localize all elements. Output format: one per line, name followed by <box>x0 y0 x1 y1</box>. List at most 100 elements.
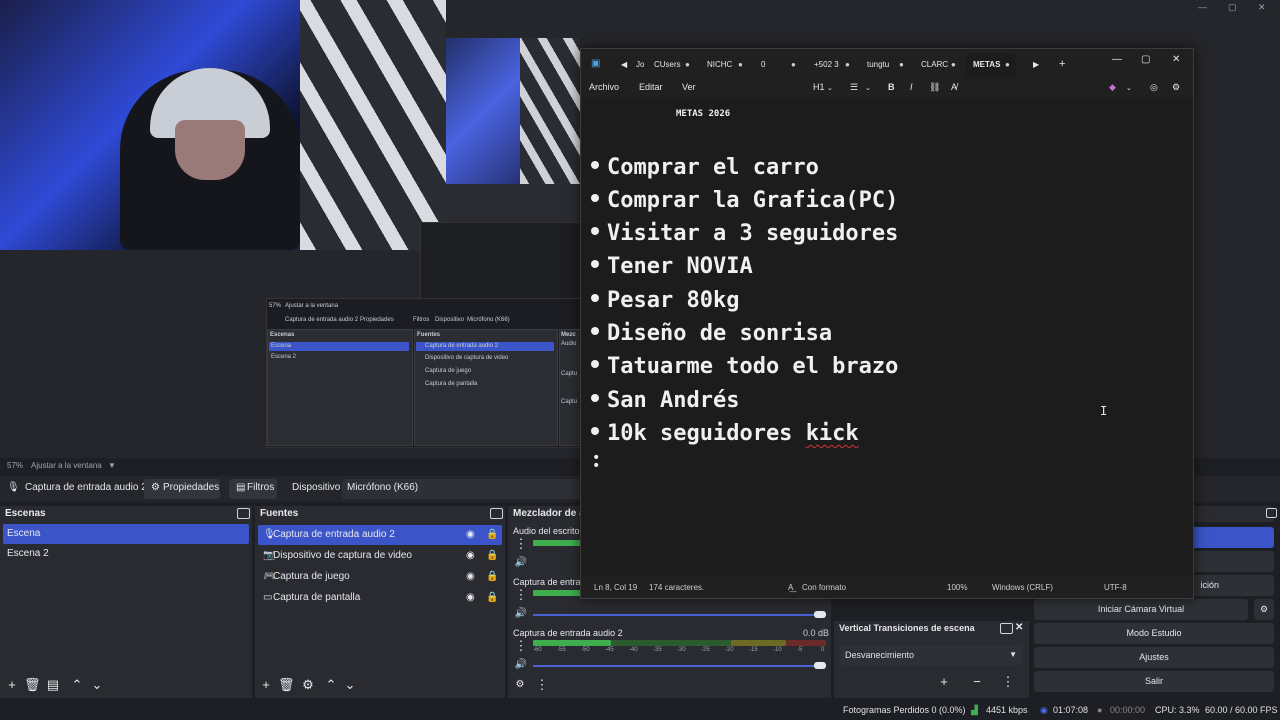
kebab-icon[interactable]: ⋮ <box>535 678 549 692</box>
source-item[interactable]: 📷 Dispositivo de captura de video ◉ 🔒 <box>258 546 502 566</box>
menu-archivo[interactable]: Archivo <box>589 82 619 92</box>
menu-ver[interactable]: Ver <box>682 82 696 92</box>
trash-icon[interactable]: 🗑 <box>278 678 295 692</box>
tab[interactable]: +502 3 <box>814 60 839 69</box>
bold-icon[interactable]: B <box>888 82 895 92</box>
lock-icon[interactable]: 🔒 <box>486 550 498 561</box>
minus-icon[interactable]: − <box>970 675 984 689</box>
gear-icon[interactable]: ⚙ <box>1254 599 1274 620</box>
device-value[interactable]: Micrófono (K66) <box>347 482 418 493</box>
signal-icon: ▟ <box>971 705 978 715</box>
chevron-down-icon[interactable]: ⌄ <box>827 84 833 92</box>
lock-icon[interactable]: 🔒 <box>486 592 498 603</box>
add-icon[interactable]: + <box>259 678 273 692</box>
kebab-icon[interactable]: ⋮ <box>514 537 528 551</box>
tab[interactable]: NICHC <box>707 60 732 69</box>
source-item[interactable]: ▭ Captura de pantalla ◉ 🔒 <box>258 588 502 608</box>
kebab-icon[interactable]: ⋮ <box>514 639 528 653</box>
minimize-icon[interactable]: — <box>1198 2 1207 12</box>
chevron-down-icon[interactable]: ⌄ <box>865 84 871 92</box>
source-item[interactable]: 🎙 Captura de entrada audio 2 ◉ 🔒 <box>258 525 502 545</box>
undock-icon[interactable] <box>1266 508 1277 518</box>
arrow-down-icon[interactable]: ⌄ <box>90 678 104 692</box>
chevron-down-icon[interactable]: ▼ <box>108 461 116 470</box>
volume-icon[interactable]: 🔊 <box>514 556 528 570</box>
eye-icon[interactable]: ◉ <box>466 550 475 561</box>
notepad-editor[interactable]: METAS 2026 Comprar el carro Comprar la G… <box>581 99 1193 577</box>
close-icon[interactable]: ✕ <box>1258 2 1266 13</box>
filters-label[interactable]: Filtros <box>247 482 274 493</box>
device-label: Dispositivo <box>292 482 341 493</box>
bitrate: 4451 kbps <box>986 705 1028 715</box>
tab[interactable]: CLARC <box>921 60 948 69</box>
italic-icon[interactable]: I <box>910 82 913 92</box>
virtual-camera-button[interactable]: Iniciar Cámara Virtual <box>1034 599 1248 620</box>
account-icon[interactable]: ◎ <box>1150 82 1158 93</box>
settings-button[interactable]: Ajustes <box>1034 647 1274 668</box>
minimize-icon[interactable]: — <box>1112 54 1122 65</box>
notepad-menu-bar: Archivo Editar Ver H1 ⌄ ☰ ⌄ B I ⛓ A̸ ◆ ⌄… <box>581 77 1193 99</box>
undock-icon[interactable] <box>490 508 503 519</box>
chevron-down-icon: ▼ <box>1009 650 1017 659</box>
copilot-icon[interactable]: ◆ <box>1109 82 1116 93</box>
zoom-level[interactable]: 100% <box>947 583 967 592</box>
close-icon[interactable]: ✕ <box>1015 622 1023 633</box>
properties-label[interactable]: Propiedades <box>163 482 219 493</box>
filter-icon[interactable]: ▤ <box>46 678 60 692</box>
trash-icon[interactable]: 🗑 <box>24 678 41 692</box>
nested-m3: Captu <box>561 399 578 405</box>
close-icon[interactable]: ✕ <box>1172 54 1180 65</box>
exit-button[interactable]: Salir <box>1034 671 1274 692</box>
add-icon[interactable]: + <box>937 675 951 689</box>
source-item[interactable]: 🎮 Captura de juego ◉ 🔒 <box>258 567 502 587</box>
gear-icon[interactable]: ⚙ <box>513 678 527 692</box>
tab-active-label[interactable]: METAS <box>973 60 1000 69</box>
gear-icon[interactable]: ⚙ <box>1172 82 1180 93</box>
heading-select[interactable]: H1 <box>813 82 825 92</box>
add-tab-icon[interactable]: + <box>1059 58 1065 70</box>
clear-format-icon[interactable]: A̸ <box>951 82 957 92</box>
gear-icon: ⚙ <box>151 482 160 493</box>
kebab-icon[interactable]: ⋮ <box>1001 675 1015 689</box>
fit-window-dropdown[interactable]: Ajustar a la ventana <box>31 461 102 470</box>
transition-select[interactable]: Desvanecimiento ▼ <box>839 645 1023 665</box>
record-icon: ● <box>1097 705 1103 715</box>
list-icon[interactable]: ☰ <box>850 82 858 93</box>
maximize-icon[interactable]: ▢ <box>1228 2 1237 13</box>
tab[interactable]: Jo <box>636 60 644 69</box>
notepad-window: ▣ ◀ Jo CUsers ● NICHC ● 0 ● +502 3 ● tun… <box>580 48 1194 599</box>
volume-icon[interactable]: 🔊 <box>514 658 528 672</box>
add-icon[interactable]: + <box>5 678 19 692</box>
eye-icon[interactable]: ◉ <box>466 592 475 603</box>
tabs-scroll-left[interactable]: ◀ <box>621 60 627 69</box>
studio-mode-button[interactable]: Modo Estudio <box>1034 623 1274 644</box>
arrow-up-icon[interactable]: ⌃ <box>70 678 84 692</box>
arrow-up-icon[interactable]: ⌃ <box>324 678 338 692</box>
eye-icon[interactable]: ◉ <box>466 571 475 582</box>
tab[interactable]: 0 <box>761 60 765 69</box>
volume-icon[interactable]: 🔊 <box>514 607 528 621</box>
tab[interactable]: CUsers <box>654 60 681 69</box>
arrow-down-icon[interactable]: ⌄ <box>343 678 357 692</box>
menu-editar[interactable]: Editar <box>639 82 663 92</box>
scene-item[interactable]: Escena <box>3 524 249 544</box>
tabs-scroll-right[interactable]: ▶ <box>1033 60 1039 69</box>
gear-icon[interactable]: ⚙ <box>301 678 315 692</box>
recursive-obs-panels <box>420 222 582 300</box>
eye-icon[interactable]: ◉ <box>466 529 475 540</box>
encoding[interactable]: UTF-8 <box>1104 583 1127 592</box>
chevron-down-icon[interactable]: ⌄ <box>1126 84 1132 92</box>
link-icon[interactable]: ⛓ <box>929 82 940 93</box>
scene-item[interactable]: Escena 2 <box>3 544 249 564</box>
line-endings[interactable]: Windows (CRLF) <box>992 583 1053 592</box>
recursive-preview <box>446 38 580 184</box>
lock-icon[interactable]: 🔒 <box>486 529 498 540</box>
tab[interactable]: tungtu <box>867 60 889 69</box>
maximize-icon[interactable]: ▢ <box>1141 54 1150 65</box>
undock-icon[interactable] <box>1000 623 1013 634</box>
undock-icon[interactable] <box>237 508 250 519</box>
lock-icon[interactable]: 🔒 <box>486 571 498 582</box>
nested-sources: Fuentes <box>417 332 441 338</box>
kebab-icon[interactable]: ⋮ <box>514 588 528 602</box>
format-mode[interactable]: Con formato <box>802 583 846 592</box>
